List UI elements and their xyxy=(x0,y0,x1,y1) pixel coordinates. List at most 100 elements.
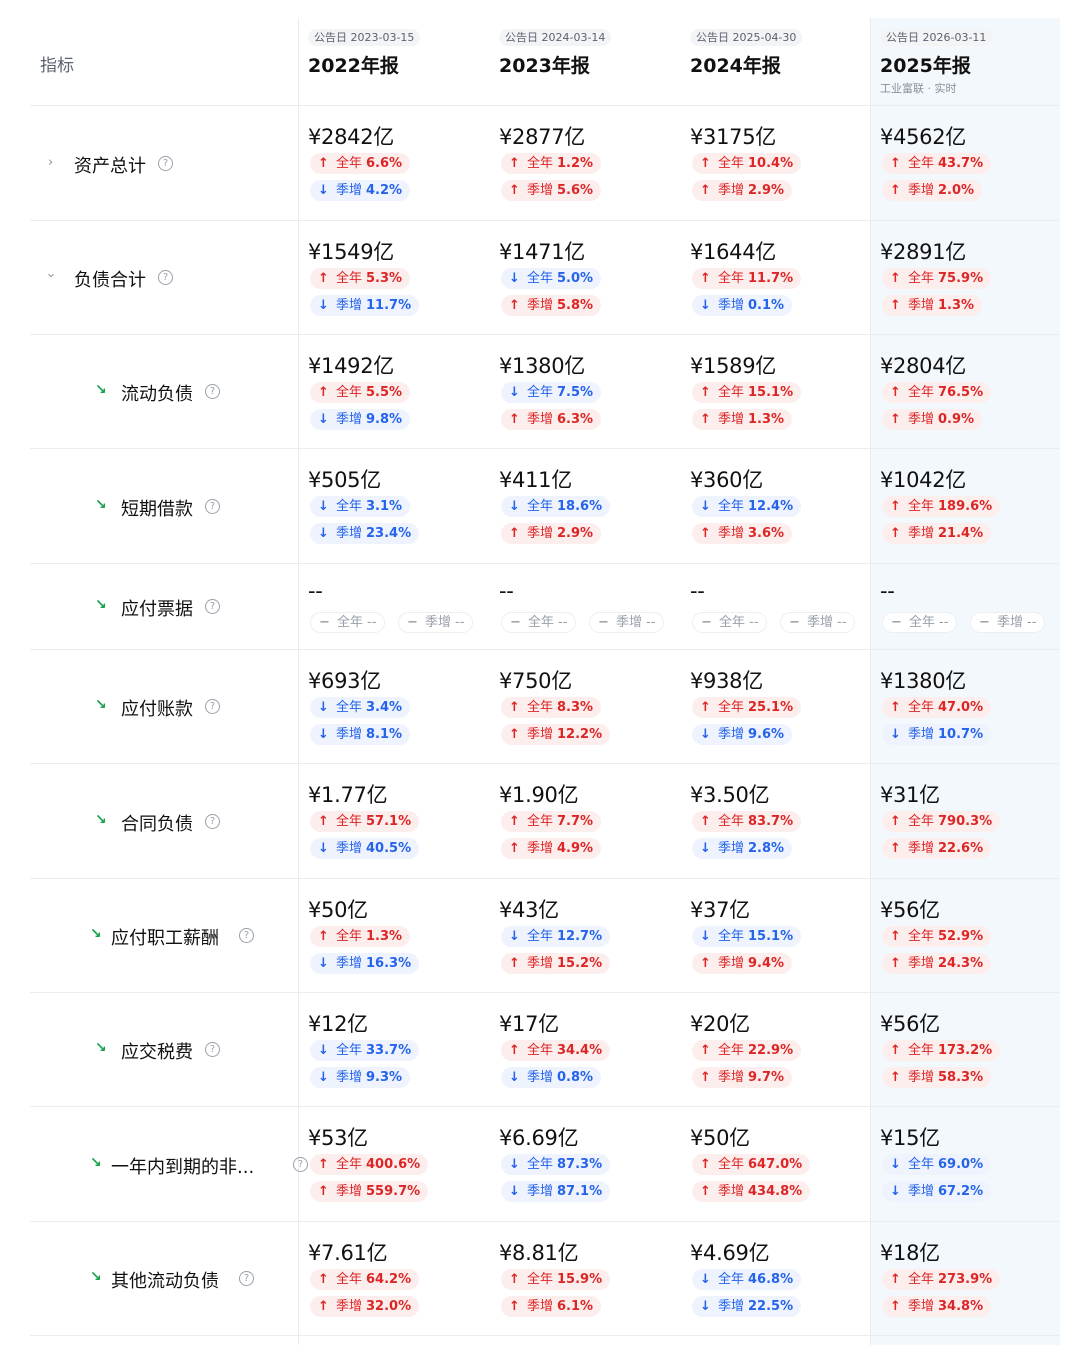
change-percent: 15.2% xyxy=(557,956,603,971)
quarterly-change-badge: ↑ 季增 21.4% xyxy=(882,523,992,544)
question-circle-icon[interactable]: ? xyxy=(158,270,173,285)
question-circle-icon[interactable]: ? xyxy=(239,928,254,943)
annual-change-badge: ↑ 全年 10.4% xyxy=(692,153,802,174)
arrow-up-icon: ↑ xyxy=(890,1299,901,1314)
table-row: ↘ 流动负债? ¥1492亿 ↑ 全年 5.5% ↓ 季增 9.8% ¥1380亿 ↓ 全年 7.5% ↑… xyxy=(30,335,1060,449)
indicator-cell: ↘ 一年内到期的非...? xyxy=(30,1107,308,1221)
value-cell: ¥3.50亿 ↑ 全年 83.7% ↓ 季增 2.8% xyxy=(680,764,870,878)
annual-change-badge: ↓ 全年 15.1% xyxy=(692,926,802,947)
arrow-up-icon: ↑ xyxy=(700,700,711,715)
arrow-down-icon: ↓ xyxy=(318,1043,329,1058)
quarterly-change-badge: ↓ 季增 23.4% xyxy=(310,523,420,544)
change-percent: 5.5% xyxy=(366,385,403,400)
question-circle-icon[interactable]: ? xyxy=(205,384,220,399)
metric-value: ¥1380亿 xyxy=(499,354,586,378)
quarterly-change-badge: ↑ 季增 9.7% xyxy=(692,1067,793,1088)
arrow-up-icon: ↑ xyxy=(890,929,901,944)
period-header[interactable]: 公告日 2025-04-30 2024年报 xyxy=(680,18,870,106)
dash-icon: − xyxy=(789,615,800,630)
announcement-date: 公告日 2025-04-30 xyxy=(690,29,803,46)
change-label: 季增 xyxy=(718,1070,745,1085)
question-circle-icon[interactable]: ? xyxy=(205,814,220,829)
change-percent: 1.3% xyxy=(748,412,785,427)
arrow-up-icon: ↑ xyxy=(509,1043,520,1058)
metric-value: ¥12亿 xyxy=(308,1012,368,1036)
metric-value: ¥1549亿 xyxy=(308,240,395,264)
period-header[interactable]: 公告日 2023-03-15 2022年报 xyxy=(298,18,488,106)
table-row[interactable]: › 资产总计? ¥2842亿 ↑ 全年 6.6% ↓ 季增 4.2% ¥2877亿 ↑ 全年 1.2% ↑… xyxy=(30,106,1060,221)
quarterly-change-badge: ↑ 季增 434.8% xyxy=(692,1181,811,1202)
question-circle-icon[interactable]: ? xyxy=(205,599,220,614)
arrow-up-icon: ↑ xyxy=(700,412,711,427)
metric-value: ¥2842亿 xyxy=(308,125,395,149)
change-percent: 40.5% xyxy=(366,841,412,856)
change-label: 全年 xyxy=(908,700,935,715)
quarterly-change-badge: ↑ 季增 5.6% xyxy=(501,180,602,201)
value-cell: ¥1549亿 ↑ 全年 5.3% ↓ 季增 11.7% xyxy=(298,221,488,334)
change-percent: 22.5% xyxy=(748,1299,794,1314)
indicator-label: 一年内到期的非... xyxy=(111,1157,255,1178)
indicator-cell: ↘ 合同负债? xyxy=(30,764,298,878)
change-percent: 5.6% xyxy=(557,183,594,198)
change-label: 季增 xyxy=(718,298,745,313)
arrow-up-icon: ↑ xyxy=(890,183,901,198)
change-label: 全年 xyxy=(527,1272,554,1287)
change-percent: 8.1% xyxy=(366,727,403,742)
value-cell: ¥938亿 ↑ 全年 25.1% ↓ 季增 9.6% xyxy=(680,650,870,763)
change-percent: 24.3% xyxy=(938,956,984,971)
change-label: 季增 xyxy=(908,956,935,971)
question-circle-icon[interactable]: ? xyxy=(205,499,220,514)
quarterly-change-badge: ↓ 季增 2.8% xyxy=(692,838,793,859)
metric-value: ¥3175亿 xyxy=(690,125,777,149)
trend-down-icon: ↘ xyxy=(95,497,107,513)
change-label: 季增 xyxy=(616,615,643,630)
dash-icon: − xyxy=(319,615,330,630)
arrow-up-icon: ↑ xyxy=(890,956,901,971)
question-circle-icon[interactable]: ? xyxy=(158,156,173,171)
change-label: 全年 xyxy=(908,929,935,944)
chevron-down-icon[interactable]: › xyxy=(43,273,58,278)
period-header[interactable]: 公告日 2024-03-14 2023年报 xyxy=(489,18,679,106)
change-percent: 34.8% xyxy=(938,1299,984,1314)
change-label: 季增 xyxy=(527,841,554,856)
change-percent: 22.9% xyxy=(748,1043,794,1058)
change-label: 全年 xyxy=(336,700,363,715)
quarterly-change-badge: ↑ 季增 2.9% xyxy=(692,180,793,201)
change-label: 季增 xyxy=(908,1184,935,1199)
value-cell: ¥20亿 ↑ 全年 22.9% ↑ 季增 9.7% xyxy=(680,993,870,1106)
value-cell: ¥31亿 ↑ 全年 790.3% ↑ 季增 22.6% xyxy=(870,764,1060,878)
annual-change-badge: ↑ 全年 400.6% xyxy=(310,1154,429,1175)
metric-value: ¥7.61亿 xyxy=(308,1241,388,1265)
chevron-right-icon[interactable]: › xyxy=(48,155,53,170)
arrow-down-icon: ↓ xyxy=(509,271,520,286)
value-cell: -- − 全年 -- − 季增 -- xyxy=(489,564,679,649)
period-header[interactable]: 公告日 2026-03-11 2025年报 工业富联 · 实时 xyxy=(870,18,1060,106)
change-percent: 400.6% xyxy=(366,1157,421,1172)
change-percent: 2.0% xyxy=(938,183,975,198)
annual-change-badge: ↑ 全年 15.1% xyxy=(692,382,802,403)
value-cell: ¥1.90亿 ↑ 全年 7.7% ↑ 季增 4.9% xyxy=(489,764,679,878)
metric-value: ¥1.77亿 xyxy=(308,783,388,807)
table-row[interactable]: › 负债合计? ¥1549亿 ↑ 全年 5.3% ↓ 季增 11.7% ¥1471亿 ↓ 全年 5.0%… xyxy=(30,221,1060,335)
arrow-down-icon: ↓ xyxy=(700,298,711,313)
change-label: 季增 xyxy=(336,1070,363,1085)
indicator-label: 其他流动负债 xyxy=(111,1271,219,1292)
change-label: 季增 xyxy=(336,298,363,313)
arrow-up-icon: ↑ xyxy=(509,841,520,856)
question-circle-icon[interactable]: ? xyxy=(205,1042,220,1057)
metric-value: ¥750亿 xyxy=(499,669,572,693)
annual-change-badge: ↓ 全年 3.1% xyxy=(310,496,411,517)
metric-value: -- xyxy=(308,579,323,603)
change-label: 全年 xyxy=(909,615,936,630)
question-circle-icon[interactable]: ? xyxy=(205,699,220,714)
change-label: 全年 xyxy=(718,700,745,715)
arrow-up-icon: ↑ xyxy=(700,271,711,286)
quarterly-change-badge: ↓ 季增 16.3% xyxy=(310,953,420,974)
dash-icon: − xyxy=(701,615,712,630)
arrow-up-icon: ↑ xyxy=(318,1299,329,1314)
arrow-up-icon: ↑ xyxy=(700,956,711,971)
question-circle-icon[interactable]: ? xyxy=(239,1271,254,1286)
change-percent: 3.4% xyxy=(366,700,403,715)
announcement-date: 公告日 2026-03-11 xyxy=(880,29,993,46)
annual-change-badge: ↑ 全年 76.5% xyxy=(882,382,992,403)
